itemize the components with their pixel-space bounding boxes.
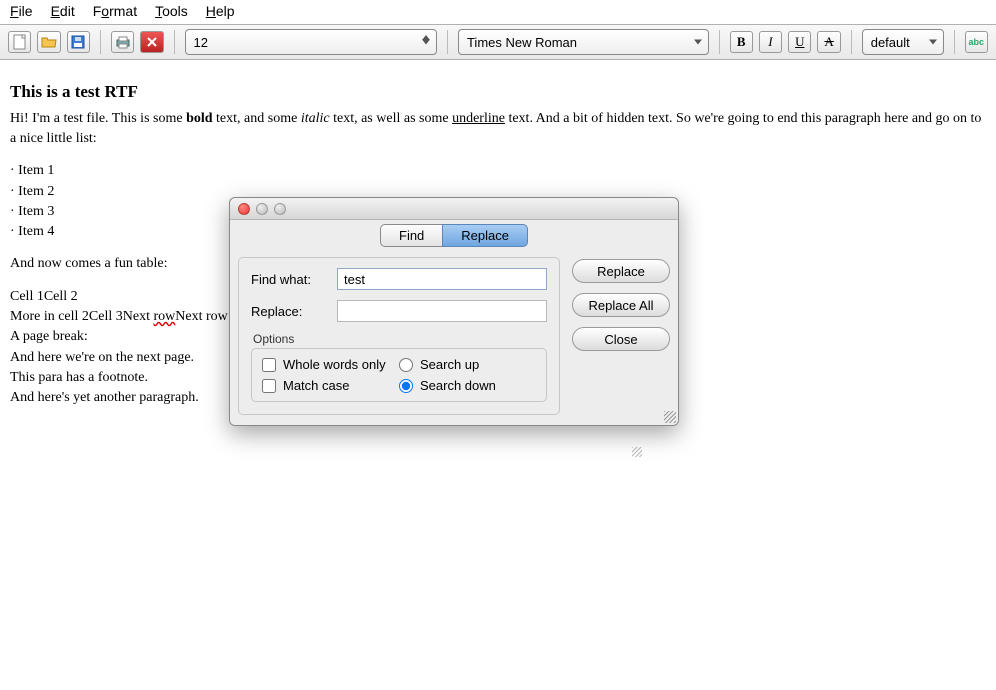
- search-down-option[interactable]: Search down: [399, 378, 536, 393]
- match-case-checkbox[interactable]: [262, 379, 276, 393]
- font-size-combo[interactable]: 12: [185, 29, 438, 55]
- menu-edit[interactable]: Edit: [51, 3, 75, 19]
- style-value: default: [871, 35, 910, 50]
- replace-input[interactable]: [337, 300, 547, 322]
- style-combo[interactable]: default: [862, 29, 944, 55]
- resize-grip-icon[interactable]: [632, 447, 642, 457]
- menu-file[interactable]: File: [10, 3, 33, 19]
- doc-title: This is a test RTF: [10, 80, 986, 105]
- x-icon: [147, 37, 157, 47]
- save-button[interactable]: [67, 31, 90, 53]
- dialog-titlebar[interactable]: [230, 198, 678, 220]
- floppy-icon: [71, 35, 85, 49]
- menu-bar: File Edit Format Tools Help: [0, 0, 996, 24]
- separator: [719, 30, 720, 54]
- menu-help[interactable]: Help: [206, 3, 235, 19]
- search-down-radio[interactable]: [399, 379, 413, 393]
- font-name-combo[interactable]: Times New Roman: [458, 29, 709, 55]
- find-label: Find what:: [251, 272, 337, 287]
- menu-tools[interactable]: Tools: [155, 3, 188, 19]
- menu-format[interactable]: Format: [93, 3, 137, 19]
- find-replace-dialog: Find Replace Find what: Replace: Options…: [229, 197, 679, 426]
- tab-find[interactable]: Find: [380, 224, 442, 247]
- separator: [447, 30, 448, 54]
- underline-button[interactable]: U: [788, 31, 811, 53]
- separator: [851, 30, 852, 54]
- italic-button[interactable]: I: [759, 31, 782, 53]
- find-input[interactable]: [337, 268, 547, 290]
- tab-replace[interactable]: Replace: [442, 224, 528, 247]
- search-up-radio[interactable]: [399, 358, 413, 372]
- dialog-fields: Find what: Replace: Options Whole words …: [238, 257, 560, 415]
- window-close-button[interactable]: [238, 203, 250, 215]
- font-name-value: Times New Roman: [467, 35, 577, 50]
- window-minimize-button[interactable]: [256, 203, 268, 215]
- print-button[interactable]: [111, 31, 134, 53]
- printer-icon: [115, 35, 131, 49]
- dialog-body: Find Replace Find what: Replace: Options…: [230, 224, 678, 425]
- list-item: Item 1: [10, 161, 986, 181]
- separator: [100, 30, 101, 54]
- separator: [954, 30, 955, 54]
- match-case-option[interactable]: Match case: [262, 378, 399, 393]
- doc-para: Hi! I'm a test file. This is some bold t…: [10, 109, 986, 150]
- folder-icon: [41, 35, 57, 49]
- resize-grip-icon[interactable]: [664, 411, 676, 423]
- replace-all-button[interactable]: Replace All: [572, 293, 670, 317]
- open-button[interactable]: [37, 31, 60, 53]
- whole-words-option[interactable]: Whole words only: [262, 357, 399, 372]
- options-group: Whole words only Search up Match case Se…: [251, 348, 547, 402]
- dialog-tabs: Find Replace: [238, 224, 670, 247]
- bold-button[interactable]: B: [730, 31, 753, 53]
- close-button[interactable]: [140, 31, 163, 53]
- dialog-buttons: Replace Replace All Close: [572, 257, 670, 415]
- whole-words-checkbox[interactable]: [262, 358, 276, 372]
- spellcheck-button[interactable]: abc: [965, 31, 988, 53]
- separator: [174, 30, 175, 54]
- font-size-value: 12: [194, 35, 208, 50]
- options-label: Options: [253, 332, 547, 346]
- new-doc-button[interactable]: [8, 31, 31, 53]
- replace-label: Replace:: [251, 304, 337, 319]
- file-icon: [13, 34, 27, 50]
- search-up-option[interactable]: Search up: [399, 357, 536, 372]
- spell-label: abc: [969, 37, 985, 47]
- window-zoom-button[interactable]: [274, 203, 286, 215]
- toolbar: 12 Times New Roman B I U A default abc: [0, 24, 996, 60]
- strike-button[interactable]: A: [817, 31, 840, 53]
- replace-button[interactable]: Replace: [572, 259, 670, 283]
- close-dialog-button[interactable]: Close: [572, 327, 670, 351]
